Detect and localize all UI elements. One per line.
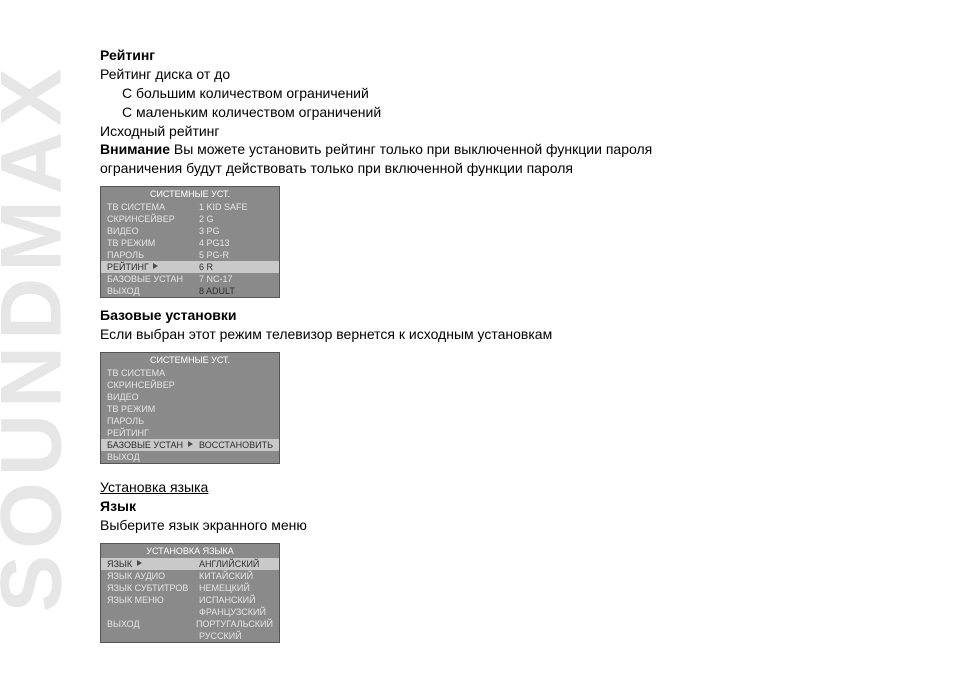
arrow-right-icon	[188, 441, 193, 447]
menu-value: 8 ADULT	[199, 285, 273, 297]
menu-item	[107, 630, 199, 642]
menu-item-selected: БАЗОВЫЕ УСТАН	[107, 439, 199, 451]
menu-value: РУССКИЙ	[199, 630, 273, 642]
menu-item: ВЫХОД	[107, 285, 199, 297]
menu-value: 6 R	[199, 261, 273, 273]
menu-item: ВИДЕО	[107, 225, 199, 237]
attention-text-1: Вы можете установить рейтинг только при …	[170, 141, 652, 157]
menu-value: ПОРТУГАЛЬСКИЙ	[196, 618, 273, 630]
rating-less-restrictions: С маленьким количеством ограничений	[100, 103, 920, 122]
menu-value: ИСПАНСКИЙ	[199, 594, 273, 606]
menu-value: 4 PG13	[199, 237, 273, 249]
menu-value: КИТАЙСКИЙ	[199, 570, 273, 582]
menu-item: ТВ СИСТЕМА	[107, 367, 199, 379]
menu-value: 1 KID SAFE	[199, 201, 273, 213]
menu-item: ВЫХОД	[107, 451, 199, 463]
menu-item: ВЫХОД	[107, 618, 196, 630]
menu-item-selected: РЕЙТИНГ	[107, 261, 199, 273]
rating-more-restrictions: С большим количеством ограничений	[100, 84, 920, 103]
menu-item: РЕЙТИНГ	[107, 427, 199, 439]
default-rating-line: Исходный рейтинг	[100, 122, 920, 141]
menu-value: НЕМЕЦКИЙ	[199, 582, 273, 594]
menu-item: ТВ РЕЖИМ	[107, 237, 199, 249]
attention-text-2: ограничения будут действовать только при…	[100, 159, 920, 178]
menu-item: БАЗОВЫЕ УСТАН	[107, 273, 199, 285]
menu-value: 7 NC-17	[199, 273, 273, 285]
heading-rating: Рейтинг	[100, 47, 155, 63]
menu-item: ТВ СИСТЕМА	[107, 201, 199, 213]
arrow-right-icon	[137, 560, 142, 566]
menu-value: ФРАНЦУЗСКИЙ	[199, 606, 273, 618]
menu-item: СКРИНСЕЙВЕР	[107, 213, 199, 225]
menu-item: ЯЗЫК МЕНЮ	[107, 594, 199, 606]
menu-item-selected: ЯЗЫК	[107, 558, 199, 570]
osd-title: СИСТЕМНЫЕ УСТ.	[101, 187, 279, 201]
menu-item: ПАРОЛЬ	[107, 249, 199, 261]
menu-value: 3 PG	[199, 225, 273, 237]
brand-watermark: SOUNDMAX	[0, 58, 82, 618]
defaults-line: Если выбран этот режим телевизор вернетс…	[100, 325, 920, 344]
menu-item: ЯЗЫК СУБТИТРОВ	[107, 582, 199, 594]
menu-item	[107, 606, 199, 618]
osd-title: УСТАНОВКА ЯЗЫКА	[101, 544, 279, 558]
osd-title: СИСТЕМНЫЕ УСТ.	[101, 353, 279, 367]
menu-item: ПАРОЛЬ	[107, 415, 199, 427]
arrow-right-icon	[153, 263, 158, 269]
attention-label: Внимание	[100, 141, 170, 157]
menu-item: СКРИНСЕЙВЕР	[107, 379, 199, 391]
menu-value: 5 PG-R	[199, 249, 273, 261]
language-line: Выберите язык экранного меню	[100, 516, 920, 535]
rating-range-line: Рейтинг диска от до	[100, 65, 920, 84]
heading-language-section: Установка языка	[100, 479, 208, 495]
menu-item: ВИДЕО	[107, 391, 199, 403]
heading-language: Язык	[100, 498, 136, 514]
menu-item: ТВ РЕЖИМ	[107, 403, 199, 415]
osd-rating-menu: СИСТЕМНЫЕ УСТ. ТВ СИСТЕМА1 KID SAFE СКРИ…	[100, 186, 280, 298]
osd-language-menu: УСТАНОВКА ЯЗЫКА ЯЗЫК АНГЛИЙСКИЙ ЯЗЫК АУД…	[100, 543, 280, 643]
menu-item: ЯЗЫК АУДИО	[107, 570, 199, 582]
osd-defaults-menu: СИСТЕМНЫЕ УСТ. ТВ СИСТЕМА СКРИНСЕЙВЕР ВИ…	[100, 352, 280, 464]
menu-value: АНГЛИЙСКИЙ	[199, 558, 273, 570]
document-body: Рейтинг Рейтинг диска от до С большим ко…	[100, 46, 920, 651]
heading-defaults: Базовые установки	[100, 307, 237, 323]
menu-value: ВОССТАНОВИТЬ	[199, 439, 273, 451]
menu-value: 2 G	[199, 213, 273, 225]
